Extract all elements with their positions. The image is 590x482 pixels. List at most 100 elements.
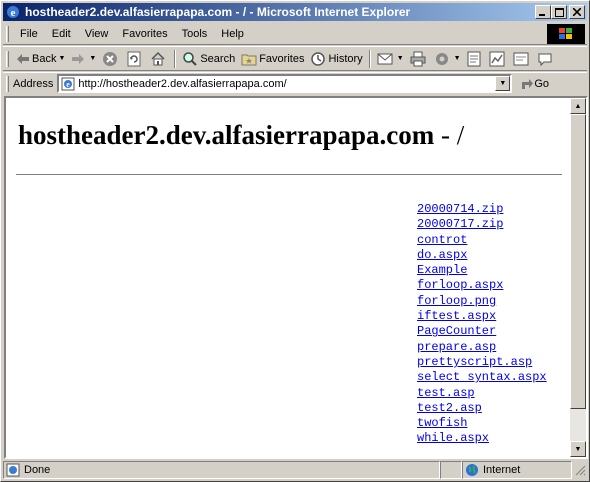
toolbar-separator [368,49,371,68]
forward-arrow-icon [72,53,85,64]
favorites-label: Favorites [259,52,305,65]
edit-button[interactable]: ▼ [431,48,464,70]
file-link[interactable]: 20000717.zip [417,217,503,232]
address-grip [6,75,9,92]
address-value: http://hostheader2.dev.alfasierrapapa.co… [78,77,287,90]
chat-bubble-icon [538,53,552,66]
window-title: hostheader2.dev.alfasierrapapa.com - / -… [25,5,411,19]
page-done-icon [6,463,20,477]
windows-logo-icon [547,24,585,44]
go-button[interactable]: Go [520,77,549,91]
menu-view[interactable]: View [78,26,116,42]
history-label: History [328,52,363,65]
browser-window: e hostheader2.dev.alfasierrapapa.com - /… [0,0,590,482]
scroll-thumb[interactable] [570,114,586,409]
status-panel-blank [440,461,462,479]
go-arrow-icon [522,78,534,89]
menu-file[interactable]: File [13,26,45,42]
address-label: Address [13,77,54,90]
menu-help[interactable]: Help [214,26,251,42]
discuss-button[interactable] [464,48,486,70]
menu-grip [6,25,9,42]
toolbar-grip [6,50,9,67]
zone-label: Internet [483,464,521,476]
messenger-icon [513,52,529,65]
home-button[interactable] [147,48,171,70]
file-link[interactable]: twofish [417,416,467,431]
standard-toolbar: Back ▼ ▼ Search Favorites History ▼ ▼ [3,46,587,71]
page-title-path: - / [434,120,465,150]
minimize-button[interactable] [535,5,551,19]
menu-favorites[interactable]: Favorites [115,26,174,42]
file-link[interactable]: Example [417,263,467,278]
mail-icon [377,53,393,64]
file-link[interactable]: iftest.aspx [417,309,496,324]
print-button[interactable] [407,48,431,70]
stop-button[interactable] [99,48,123,70]
page-icon: e [61,77,75,90]
vertical-scrollbar[interactable]: ▲ ▼ [570,98,586,457]
address-input[interactable]: e http://hostheader2.dev.alfasierrapapa.… [57,74,513,93]
favorites-folder-icon [241,54,257,65]
globe-icon [466,464,478,476]
status-text: Done [24,464,51,476]
search-button[interactable]: Search [179,48,238,70]
history-button[interactable]: History [307,48,365,70]
search-icon [183,51,198,66]
related-button[interactable] [534,48,558,70]
page-title-host: hostheader2.dev.alfasierrapapa.com [18,120,435,150]
file-link[interactable]: controt [417,233,467,248]
resize-grip-icon[interactable] [574,464,586,476]
maximize-button[interactable] [551,5,567,19]
mail-button[interactable]: ▼ [374,48,407,70]
search-label: Search [200,52,236,65]
ie-logo-icon: e [5,4,21,20]
address-dropdown-icon[interactable]: ▼ [495,76,511,91]
messenger-button[interactable] [510,48,534,70]
research-button[interactable] [486,48,510,70]
file-link[interactable]: forloop.aspx [417,278,503,293]
page-content: hostheader2.dev.alfasierrapapa.com - / F… [6,98,572,457]
research-icon [489,51,505,66]
file-link[interactable]: select syntax.aspx [417,370,547,385]
file-link[interactable]: test.asp [417,386,475,401]
svg-text:e: e [67,80,71,89]
scroll-up-button[interactable]: ▲ [570,98,586,114]
file-link[interactable]: PageCounter [417,324,496,339]
back-dropdown-icon[interactable]: ▼ [58,55,65,62]
forward-dropdown-icon[interactable]: ▼ [89,55,96,62]
file-link[interactable]: 20000714.zip [417,202,503,217]
home-icon [151,51,165,65]
back-arrow-icon [17,53,29,64]
edit-dropdown-icon[interactable]: ▼ [454,55,461,62]
menu-tools[interactable]: Tools [175,26,215,42]
forward-button[interactable]: ▼ [68,48,99,70]
svg-text:e: e [11,7,16,19]
file-link[interactable]: prepare.asp [417,340,496,355]
stop-icon [103,51,118,66]
file-link[interactable]: do.aspx [417,248,467,263]
menu-edit[interactable]: Edit [45,26,78,42]
history-icon [311,51,326,66]
toolbar-separator [174,49,177,68]
status-panel-main: Done [3,461,440,479]
favorites-button[interactable]: Favorites [238,48,307,70]
scroll-down-button[interactable]: ▼ [570,441,586,457]
file-link[interactable]: while.aspx [417,431,489,446]
document-icon [467,51,481,66]
file-link[interactable]: forloop.png [417,294,496,309]
refresh-icon [127,51,141,66]
back-button[interactable]: Back ▼ [13,48,68,70]
file-link[interactable]: prettyscript.asp [417,355,532,370]
edit-icon [435,52,448,65]
back-label: Back [32,52,57,65]
divider [16,174,562,176]
close-button[interactable] [569,5,585,19]
page-title: hostheader2.dev.alfasierrapapa.com - / [18,120,464,151]
title-bar[interactable]: e hostheader2.dev.alfasierrapapa.com - /… [3,3,587,21]
page-viewport: hostheader2.dev.alfasierrapapa.com - / F… [4,96,588,459]
refresh-button[interactable] [123,48,147,70]
address-bar: Address e http://hostheader2.dev.alfasie… [3,72,587,94]
mail-dropdown-icon[interactable]: ▼ [397,55,404,62]
file-link[interactable]: test2.asp [417,401,482,416]
